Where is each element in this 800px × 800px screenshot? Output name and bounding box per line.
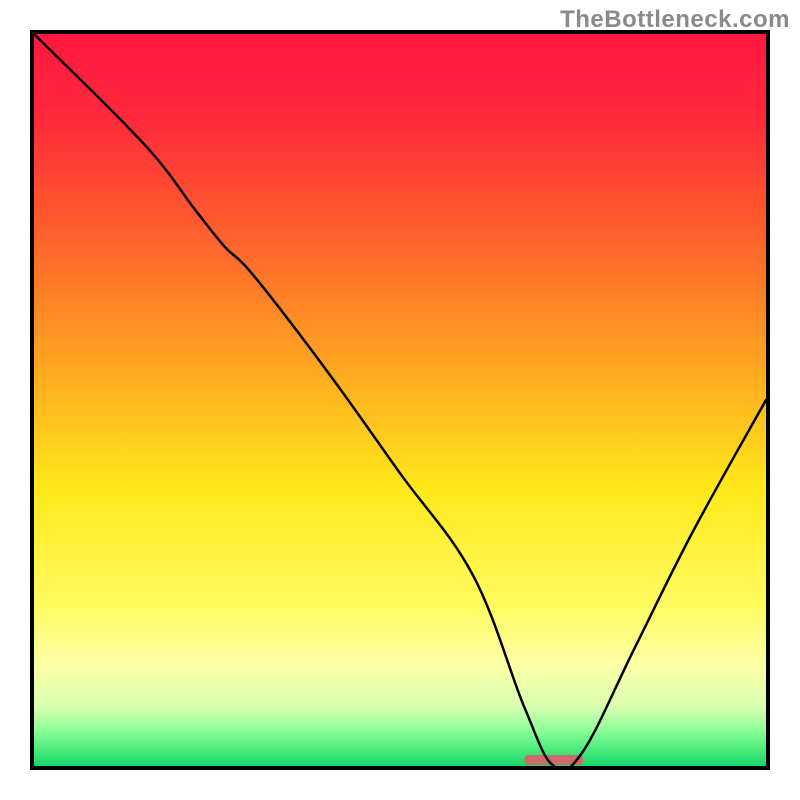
plot-svg (34, 34, 766, 766)
plot-area (30, 30, 770, 770)
chart-container: TheBottleneck.com (0, 0, 800, 800)
